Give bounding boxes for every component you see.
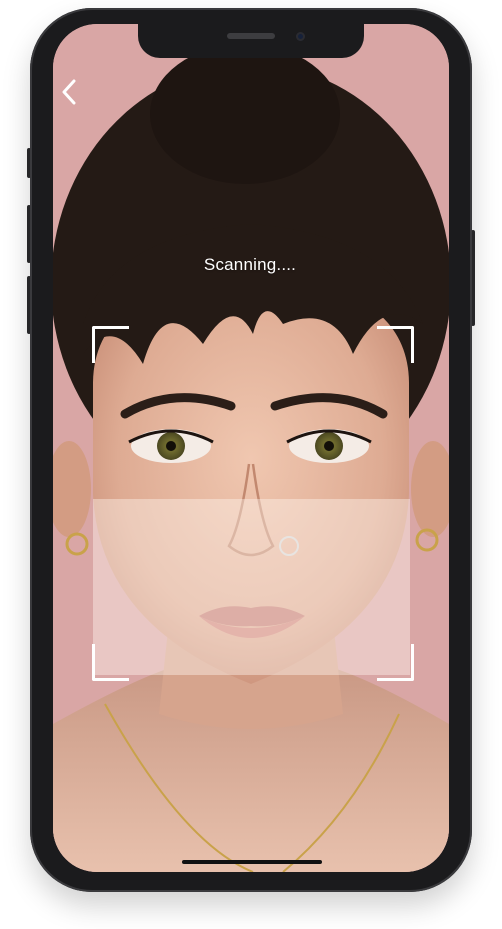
camera-screen — [53, 24, 449, 872]
speaker-grille — [227, 33, 275, 39]
home-indicator[interactable] — [182, 860, 322, 864]
notch — [138, 24, 364, 58]
scanning-status: Scanning.... — [203, 255, 297, 274]
scan-frame-corner-top-right — [377, 326, 414, 363]
front-camera — [296, 32, 305, 41]
scan-frame-corner-top-left — [92, 326, 129, 363]
chevron-left-icon — [62, 79, 76, 105]
scan-frame-corner-bottom-left — [92, 644, 129, 681]
scan-highlight-band — [93, 499, 410, 675]
back-button[interactable] — [58, 77, 80, 107]
scan-frame-corner-bottom-right — [377, 644, 414, 681]
face-photo — [53, 24, 449, 872]
